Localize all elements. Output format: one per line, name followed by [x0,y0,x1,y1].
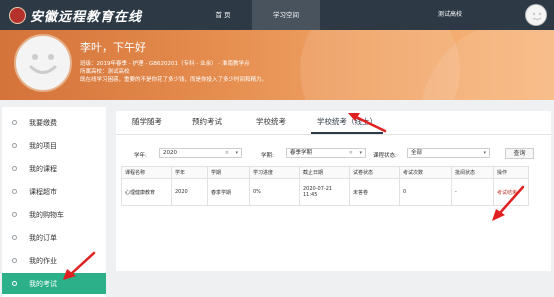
smiley-avatar-icon [17,37,69,89]
sidebar-item-label: 我的作业 [29,256,57,265]
tab-appointment-exam[interactable]: 预约考试 [184,111,230,133]
nav-school-name[interactable]: 测试高校 [425,0,475,30]
clear-x-icon[interactable]: × [349,149,353,157]
circle-icon [12,258,17,263]
motto-text: 既在线学习困惑，重要的不是你花了多少钱，而是你投入了多少时间和精力。 [80,77,268,83]
column-header: 学习进度 [249,166,300,179]
table-header-row: 课程名称 学年 学期 学习进度 截止日期 试卷状态 考试次数 批阅状态 操作 [121,166,529,179]
sidebar-item-courses[interactable]: 我的课程 [2,158,106,179]
user-avatar-small[interactable] [525,4,547,26]
column-header: 课程名称 [121,166,172,179]
cell-paper-status: 未答卷 [349,178,400,206]
caret-down-icon: ▾ [483,150,486,156]
column-header: 操作 [493,166,529,179]
smiley-avatar-icon [527,6,546,25]
term-filter-label: 学期: [261,153,274,159]
sidebar-item-orders[interactable]: 我的订单 [2,227,106,248]
circle-icon [12,281,17,286]
tab-school-exam[interactable]: 学校统考 [248,111,294,133]
caret-down-icon: ▾ [359,150,362,156]
tab-quiz-anytime[interactable]: 随学随考 [124,111,170,133]
column-header: 学期 [207,166,250,179]
clear-x-icon[interactable]: × [225,149,229,157]
exam-panel: 随学随考 预约考试 学校统考 学校统考（线上） 学年: 2020 × ▾ 学期:… [116,111,551,271]
sidebar-item-projects[interactable]: 我的项目 [2,135,106,156]
sidebar-item-label: 我的项目 [29,141,57,150]
term-select[interactable]: 春季学期 × ▾ [286,148,366,158]
user-class-info: 班级：2019年春季 - 护理 - GB620201（专科 - 业余） - 淮南… [80,61,250,67]
status-select-value: 全部 [411,150,423,156]
sidebar-item-label: 我的课程 [29,164,57,173]
top-navigation-bar: 安徽远程教育在线 首 页 学习空间 测试高校 [0,0,554,30]
site-logo-text: 安徽远程教育在线 [30,10,143,25]
cell-attempts: 0 [399,178,452,206]
column-header: 批阅状态 [451,166,494,179]
user-greeting: 李叶，下午好 [80,41,146,54]
nav-study-space[interactable]: 学习空间 [252,0,320,30]
circle-icon [12,212,17,217]
column-header: 试卷状态 [349,166,400,179]
site-logo[interactable]: 安徽远程教育在线 [9,6,142,25]
red-arrow-icon [492,185,525,221]
cell-term: 春季学期 [207,178,250,206]
caret-down-icon: ▾ [235,150,238,156]
tab-divider [116,134,551,135]
sidebar-item-label: 我的订单 [29,233,57,242]
year-filter-label: 学年: [134,153,147,159]
user-banner: 李叶，下午好 班级：2019年春季 - 护理 - GB620201（专科 - 业… [0,30,554,100]
sidebar-item-cart[interactable]: 我的购物车 [2,204,106,225]
sidebar-item-label: 我要缴费 [29,118,57,127]
table-row: 心理健康教育 2020 春季学期 0% 2020-07-21 11:45 未答卷… [121,178,529,206]
circle-icon [12,189,17,194]
circle-icon [12,120,17,125]
status-select[interactable]: 全部 ▾ [407,148,490,158]
sidebar-item-label: 我的考试 [29,279,57,288]
column-header: 考试次数 [399,166,452,179]
red-arrow-icon [63,251,96,280]
sidebar-item-label: 课程超市 [29,187,57,196]
status-filter-label: 课程状态: [373,153,397,159]
circle-icon [12,235,17,240]
query-button[interactable]: 查询 [505,148,534,159]
circle-icon [12,166,17,171]
school-seal-icon [9,7,26,24]
column-header: 截止日期 [299,166,350,179]
sidebar-item-course-market[interactable]: 课程超市 [2,181,106,202]
circle-icon [12,143,17,148]
sidebar-item-payment[interactable]: 我要缴费 [2,112,106,133]
cell-progress: 0% [249,178,300,206]
term-select-value: 春季学期 [290,150,313,156]
user-school-info: 所属高校：测试高校 [80,69,130,75]
cell-deadline: 2020-07-21 11:45 [299,178,350,206]
cell-course-name: 心理健康教育 [121,178,172,206]
column-header: 学年 [171,166,208,179]
red-arrow-icon [348,113,387,133]
nav-home[interactable]: 首 页 [205,0,241,30]
year-select-value: 2020 [163,150,177,156]
sidebar-item-label: 我的购物车 [29,210,64,219]
user-avatar-large[interactable] [14,34,72,92]
cell-year: 2020 [171,178,208,206]
exam-table: 课程名称 学年 学期 学习进度 截止日期 试卷状态 考试次数 批阅状态 操作 心… [121,166,529,206]
year-select[interactable]: 2020 × ▾ [159,148,242,158]
